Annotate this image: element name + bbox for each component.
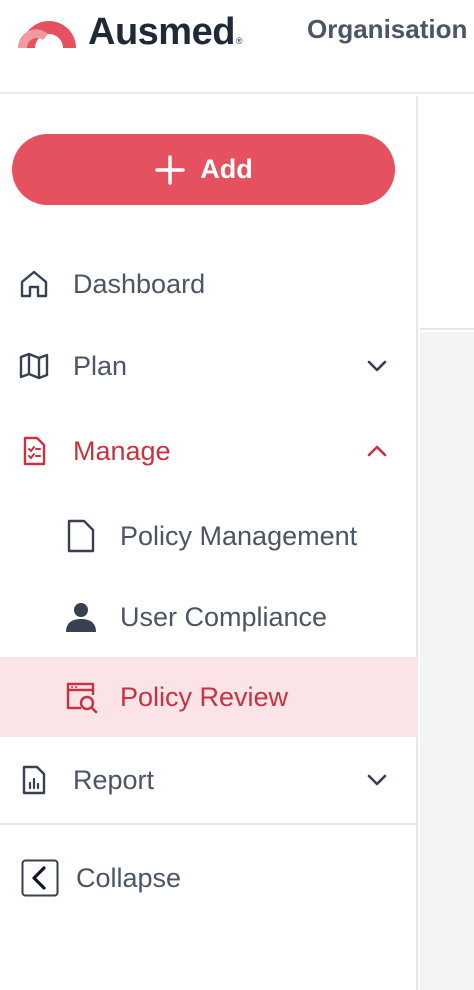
report-icon xyxy=(18,764,50,796)
document-icon xyxy=(64,519,98,553)
sidebar-subitem-policy-review[interactable]: Policy Review xyxy=(0,657,418,737)
add-button-label: Add xyxy=(200,154,253,184)
sidebar-item-label: Plan xyxy=(73,350,128,381)
chevron-left-box-icon xyxy=(21,859,59,897)
browser-search-icon xyxy=(64,680,98,714)
add-button[interactable]: Add xyxy=(12,134,395,205)
sidebar-item-label: Dashboard xyxy=(73,268,206,299)
chevron-down-icon[interactable] xyxy=(364,767,390,793)
sidebar-subitem-user-compliance[interactable]: User Compliance xyxy=(0,577,418,657)
brand-name: Ausmed xyxy=(88,11,235,53)
sidebar-divider xyxy=(0,823,418,825)
content-body-area xyxy=(420,332,474,990)
user-icon xyxy=(64,600,98,634)
home-icon xyxy=(18,268,50,300)
chevron-up-icon[interactable] xyxy=(364,438,390,464)
content-header-area xyxy=(420,96,474,330)
ausmed-logo[interactable]: Ausmed ® xyxy=(18,11,243,53)
top-header: Ausmed ® Organisation xyxy=(0,0,474,94)
registered-mark: ® xyxy=(235,36,243,46)
collapse-sidebar-button[interactable]: Collapse xyxy=(0,836,418,920)
sidebar-item-plan[interactable]: Plan xyxy=(0,326,418,406)
sidebar-item-label: Report xyxy=(73,764,155,795)
sidebar: Add Dashboard Plan Manage Policy Managem… xyxy=(0,96,418,990)
plus-icon xyxy=(155,154,185,185)
map-icon xyxy=(18,350,50,382)
organisation-label[interactable]: Organisation xyxy=(307,14,467,45)
sidebar-subitem-label: Policy Management xyxy=(120,520,358,551)
sidebar-item-report[interactable]: Report xyxy=(0,740,418,820)
collapse-label: Collapse xyxy=(76,862,182,893)
ausmed-logo-mark-icon xyxy=(18,21,76,48)
sidebar-item-manage[interactable]: Manage xyxy=(0,411,418,491)
clipboard-check-icon xyxy=(18,435,50,467)
sidebar-item-label: Manage xyxy=(73,435,171,466)
sidebar-subitem-label: User Compliance xyxy=(120,601,328,632)
chevron-down-icon[interactable] xyxy=(364,353,390,379)
sidebar-item-dashboard[interactable]: Dashboard xyxy=(0,244,418,324)
sidebar-subitem-policy-management[interactable]: Policy Management xyxy=(0,496,418,576)
sidebar-subitem-label: Policy Review xyxy=(120,681,289,712)
